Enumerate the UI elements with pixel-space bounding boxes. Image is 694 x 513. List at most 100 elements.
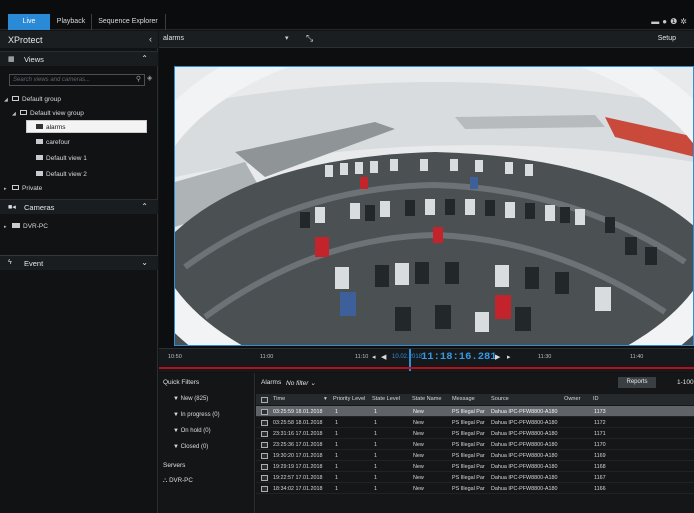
collapse-panel-icon[interactable]: ‹: [149, 34, 152, 44]
table-row[interactable]: 03:25:58 18.01.2018 1 1 New PS Illegal Par Da…: [256, 417, 694, 428]
cell-state-name: New: [413, 463, 424, 470]
folder-icon: [12, 95, 19, 101]
row-checkbox[interactable]: [261, 452, 268, 459]
row-checkbox[interactable]: [261, 485, 268, 492]
grid-icon: ▦: [8, 56, 15, 63]
filter-new[interactable]: ▼ New (825): [173, 396, 208, 402]
monitor-icon[interactable]: ▬: [651, 17, 662, 26]
tree-item-view-default-2[interactable]: Default view 2: [36, 168, 87, 181]
view-dropdown-arrow-icon[interactable]: ▾: [285, 34, 289, 42]
views-header[interactable]: ▦ Views ⌃: [0, 51, 158, 66]
view-layout-icon: [36, 138, 43, 144]
funnel-icon: ▼: [173, 412, 181, 418]
fit-to-window-icon[interactable]: ⤡: [306, 33, 313, 44]
event-header[interactable]: ϟ Event ⌄: [0, 255, 158, 270]
play-forward-icon[interactable]: ▶: [495, 353, 500, 361]
record-icon[interactable]: ●: [662, 17, 670, 26]
alarm-filter-dropdown[interactable]: No filter ⌄: [286, 379, 316, 387]
cell-state-level: 1: [374, 430, 377, 437]
info-icon[interactable]: ❶: [670, 17, 680, 26]
cell-time: 19:29:19 17.01.2018: [273, 463, 323, 470]
top-icon-group: ▬●❶✲: [651, 17, 690, 26]
chevron-up-icon[interactable]: ⌃: [141, 202, 148, 211]
alarms-header: Alarms No filter ⌄ Reports 1-100: [256, 373, 694, 392]
timeline-bar[interactable]: 10:50 11:00 11:10 ◂ ◀ 10.02.2018 11:18:1…: [159, 348, 694, 372]
table-row[interactable]: 19:22:57 17.01.2018 1 1 New PS Illegal Par Da…: [256, 472, 694, 483]
view-name[interactable]: alarms: [163, 35, 184, 42]
filter-closed[interactable]: ▼ Closed (0): [173, 444, 208, 450]
expand-arrow-icon[interactable]: ▸: [4, 221, 12, 234]
expand-arrow-icon[interactable]: ▸: [4, 183, 12, 196]
cell-source: Dahua IPC-PFW8800-A180: [491, 463, 558, 470]
cell-id: 1172: [594, 419, 606, 426]
settings-icon[interactable]: ✲: [680, 17, 690, 26]
filter-icon[interactable]: ◈: [147, 74, 152, 82]
expand-arrow-icon[interactable]: ◢: [4, 94, 12, 107]
column-header-state-level[interactable]: State Level: [372, 396, 400, 402]
table-row[interactable]: 23:25:36 17.01.2018 1 1 New PS Illegal Par Da…: [256, 439, 694, 450]
search-placeholder: Search views and cameras...: [13, 76, 91, 83]
column-header-id[interactable]: ID: [593, 396, 599, 402]
row-checkbox[interactable]: [261, 441, 268, 448]
reports-button[interactable]: Reports: [618, 377, 656, 388]
tree-item-private[interactable]: ▸ Private: [4, 182, 42, 195]
column-header-state-name[interactable]: State Name: [412, 396, 442, 402]
filter-label: Closed (0): [180, 444, 209, 450]
select-all-checkbox[interactable]: [261, 396, 268, 403]
cell-source: Dahua IPC-PFW8800-A180: [491, 441, 558, 448]
tab-playback[interactable]: Playback: [52, 14, 90, 30]
table-row[interactable]: 19:30:20 17.01.2018 1 1 New PS Illegal Par Da…: [256, 450, 694, 461]
expand-arrow-icon[interactable]: ◢: [12, 108, 20, 121]
filter-in-progress[interactable]: ▼ In progress (0): [173, 412, 220, 418]
cell-message: PS Illegal Par: [452, 430, 485, 437]
server-item-dvr-pc[interactable]: ⛬ DVR-PC: [163, 477, 193, 485]
search-icon[interactable]: ⚲: [136, 75, 141, 83]
column-header-message[interactable]: Message: [452, 396, 475, 402]
view-layout-icon: [36, 170, 43, 176]
cell-state-level: 1: [374, 419, 377, 426]
row-checkbox[interactable]: [261, 474, 268, 481]
tree-item-label: Default view 2: [46, 171, 87, 178]
tab-sequence-explorer[interactable]: Sequence Explorer: [92, 14, 164, 30]
cell-source: Dahua IPC-PFW8800-A180: [491, 419, 558, 426]
row-checkbox[interactable]: [261, 430, 268, 437]
column-header-time[interactable]: Time: [273, 396, 285, 402]
cell-id: 1171: [594, 430, 606, 437]
column-header-source[interactable]: Source: [491, 396, 509, 402]
search-views-input[interactable]: Search views and cameras... ⚲: [9, 74, 145, 86]
app-brand: XProtect: [8, 35, 43, 45]
cameras-header[interactable]: ■◂ Cameras ⌃: [0, 199, 158, 214]
tree-item-view-default-1[interactable]: Default view 1: [36, 152, 87, 165]
tree-item-view-alarms[interactable]: alarms: [26, 120, 147, 133]
setup-button[interactable]: Setup: [658, 35, 676, 42]
step-back-icon[interactable]: ◂: [372, 353, 376, 361]
row-checkbox[interactable]: [261, 419, 268, 426]
column-header-priority-level[interactable]: Priority Level: [333, 396, 365, 402]
cell-state-name: New: [413, 419, 424, 426]
timeline-tick: 11:00: [260, 354, 274, 360]
table-row[interactable]: 23:31:16 17.01.2018 1 1 New PS Illegal Par Da…: [256, 428, 694, 439]
chevron-down-icon: ⌄: [310, 380, 316, 387]
cell-id: 1167: [594, 474, 606, 481]
play-reverse-icon[interactable]: ◀: [381, 353, 386, 361]
chevron-down-icon[interactable]: ⌄: [141, 258, 148, 267]
table-row[interactable]: 19:29:19 17.01.2018 1 1 New PS Illegal Par Da…: [256, 461, 694, 472]
app-window: Live Playback Sequence Explorer ▬●❶✲ XPr…: [0, 0, 694, 513]
table-row[interactable]: 18:34:02 17.01.2018 1 1 New PS Illegal Par Da…: [256, 483, 694, 494]
tab-live[interactable]: Live: [8, 14, 50, 30]
camera-video-feed[interactable]: [174, 66, 694, 346]
tree-item-label: carefour: [46, 139, 70, 146]
tree-item-default-view-group[interactable]: ◢ Default view group: [12, 107, 84, 120]
table-row[interactable]: 03:25:59 18.01.2018 1 1 New PS Illegal Par Da…: [256, 406, 694, 417]
filter-on-hold[interactable]: ▼ On hold (0): [173, 428, 211, 434]
row-checkbox[interactable]: [261, 408, 268, 415]
row-checkbox[interactable]: [261, 463, 268, 470]
chevron-up-icon[interactable]: ⌃: [141, 54, 148, 63]
tree-item-default-group[interactable]: ◢ Default group: [4, 93, 61, 106]
step-forward-icon[interactable]: ▸: [507, 353, 511, 361]
tree-item-server-dvr-pc[interactable]: ▸ DVR-PC: [4, 220, 48, 233]
cell-priority: 1: [335, 474, 338, 481]
column-header-owner[interactable]: Owner: [564, 396, 580, 402]
tree-item-view-carefour[interactable]: carefour: [36, 136, 70, 149]
video-area: [159, 48, 694, 348]
